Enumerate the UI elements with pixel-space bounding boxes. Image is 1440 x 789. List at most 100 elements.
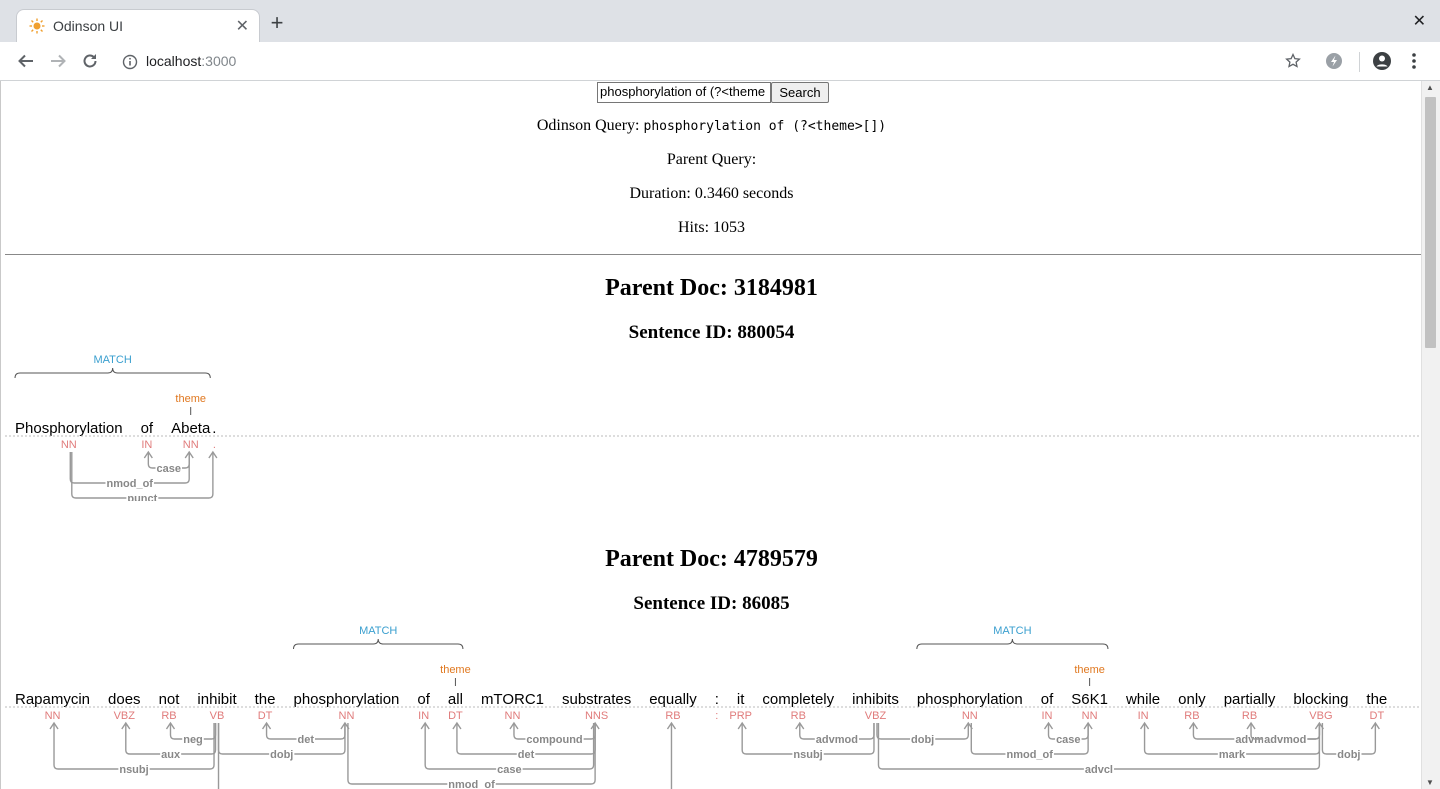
pos-tag: NN (183, 439, 199, 451)
sentence-id-title: Sentence ID: 880054 (628, 322, 795, 343)
dependency-label: nmod_of (1006, 749, 1053, 761)
sentence-id-title: Sentence ID: 86085 (633, 593, 790, 614)
bookmark-button[interactable] (1282, 50, 1304, 72)
back-button[interactable] (15, 50, 37, 72)
new-tab-button[interactable]: + (266, 12, 288, 34)
forward-button[interactable] (47, 50, 69, 72)
parent-doc-title: Parent Doc: 4789579 (605, 546, 818, 572)
theme-label: theme (1074, 664, 1105, 676)
match-brace (292, 638, 464, 650)
token-word: substrates (562, 691, 631, 708)
page-scrollbar[interactable]: ▲ ▼ (1421, 81, 1440, 789)
tab-close-icon[interactable]: ✕ (236, 16, 249, 36)
token-word: Abeta (171, 420, 211, 437)
pos-tag: PRP (729, 710, 752, 722)
back-arrow-icon (18, 54, 33, 68)
dependency-label: nmod_of (107, 478, 154, 490)
window-close-icon[interactable]: ✕ (1413, 11, 1426, 31)
dependency-label: dobj (1337, 749, 1360, 761)
scroll-down-icon[interactable]: ▼ (1426, 778, 1434, 787)
token-word: of (417, 691, 430, 708)
dependency-label: advcl (1085, 764, 1113, 776)
pos-tag: NN (1082, 710, 1098, 722)
dependency-arc (877, 723, 1321, 770)
pos-tag: IN (1138, 710, 1149, 722)
token-word: it (737, 691, 745, 708)
dependency-arc (53, 723, 215, 770)
scroll-thumb[interactable] (1425, 97, 1436, 348)
url-port: :3000 (201, 53, 237, 69)
token-word: . (212, 420, 216, 437)
forward-arrow-icon (51, 54, 66, 68)
token-word: phosphorylation (293, 691, 399, 708)
pos-tag: NN (962, 710, 978, 722)
token-word: : (715, 691, 719, 708)
dependency-label: nmod_of (448, 779, 495, 789)
extension-button[interactable] (1323, 50, 1345, 72)
pos-tag: NN (45, 710, 61, 722)
info-icon[interactable] (122, 54, 138, 70)
page-content: phosphorylation of (?<theme Search Odins… (0, 81, 1421, 789)
pos-tag: NNS (585, 710, 608, 722)
token-word: Phosphorylation (15, 420, 123, 437)
toolbar-separator (1359, 52, 1360, 72)
account-button[interactable] (1371, 50, 1393, 72)
pos-tag: VBZ (865, 710, 887, 722)
dependency-label: neg (183, 734, 203, 746)
token-word: blocking (1293, 691, 1348, 708)
search-button[interactable]: Search (771, 82, 829, 103)
pos-tag: RB (161, 710, 176, 722)
match-brace (916, 638, 1109, 650)
star-icon (1285, 53, 1301, 68)
browser-toolbar: localhost:3000 (0, 42, 1440, 81)
pos-tag: NN (61, 439, 77, 451)
token-word: does (108, 691, 141, 708)
url-host: localhost (146, 53, 202, 69)
dependency-label: advmod (816, 734, 858, 746)
reload-icon (83, 54, 97, 68)
account-icon (1373, 52, 1391, 70)
theme-label: theme (175, 393, 206, 405)
dependency-label: case (1056, 734, 1080, 746)
address-bar[interactable]: localhost:3000 (112, 47, 1312, 77)
pos-tag: IN (141, 439, 152, 451)
dependency-arc (71, 452, 214, 499)
parent-doc-title: Parent Doc: 3184981 (605, 275, 818, 301)
token-word: mTORC1 (481, 691, 544, 708)
pos-tag: IN (418, 710, 429, 722)
pos-tag: NN (339, 710, 355, 722)
search-input[interactable]: phosphorylation of (?<theme (597, 82, 771, 103)
pos-tag: RB (1184, 710, 1199, 722)
odinson-query-value: phosphorylation of (?<theme>[]) (643, 119, 887, 134)
dependency-label: case (497, 764, 521, 776)
dependency-label: punct (127, 493, 157, 501)
dependency-label: det (518, 749, 535, 761)
dependency-label: mark (1219, 749, 1246, 761)
hits-text: Hits: 1053 (677, 219, 746, 236)
token-word: Rapamycin (15, 691, 90, 708)
url-text: localhost:3000 (146, 53, 236, 69)
pos-tag: NN (505, 710, 521, 722)
scroll-up-icon[interactable]: ▲ (1426, 83, 1434, 92)
dependency-label: dobj (911, 734, 934, 746)
dependency-label: aux (161, 749, 181, 761)
menu-icon (1412, 53, 1416, 69)
reload-button[interactable] (79, 50, 101, 72)
pos-tag: . (213, 439, 216, 451)
match-label: MATCH (94, 354, 132, 366)
token-word: partially (1224, 691, 1276, 708)
sun-favicon-icon (29, 18, 45, 34)
pos-tag: DT (1370, 710, 1385, 722)
pos-tag: DT (258, 710, 273, 722)
sentence-visualization: Rapamycin NN does VBZ not RB inhibit VB the DT pho… (5, 625, 1421, 789)
dependency-label: nsubj (119, 764, 148, 776)
token-word: only (1178, 691, 1206, 708)
token-word: phosphorylation (917, 691, 1023, 708)
dependency-label: compound (526, 734, 582, 746)
browser-tab[interactable]: Odinson UI ✕ (16, 9, 260, 42)
pos-tag: IN (1042, 710, 1053, 722)
pos-tag: VBG (1309, 710, 1332, 722)
menu-button[interactable] (1403, 50, 1425, 72)
results-divider (5, 254, 1421, 255)
extension-icon (1326, 53, 1342, 69)
